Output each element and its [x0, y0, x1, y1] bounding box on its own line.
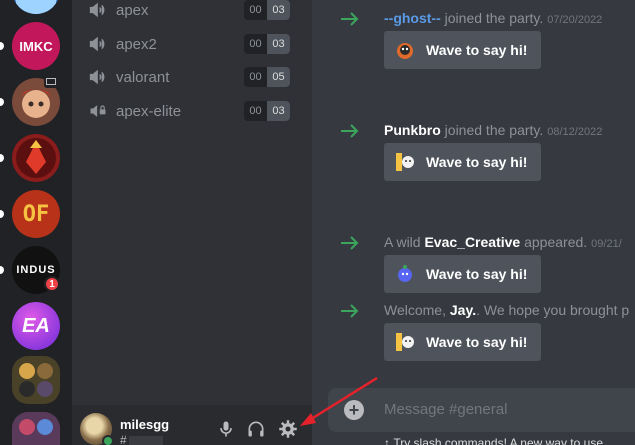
message-username[interactable]: --ghost-- [384, 10, 441, 26]
server-label-ea: EA [22, 314, 50, 337]
system-message: Punkbro joined the party. 08/12/2022 [384, 122, 602, 138]
message-suffix: joined the party. [440, 122, 544, 138]
server-icon-red-emblem[interactable] [12, 134, 60, 182]
user-count: 00 05 [244, 67, 290, 87]
user-count-current: 00 [244, 101, 267, 121]
join-arrow-icon [341, 304, 359, 318]
wave-button[interactable]: Wave to say hi! [384, 31, 542, 69]
message-username[interactable]: Punkbro [384, 122, 441, 138]
wumpus-sticker-icon [397, 43, 413, 59]
message-suffix: joined the party. [440, 10, 544, 26]
server-icon-blue[interactable] [12, 0, 60, 14]
chat-area: --ghost-- joined the party. 07/20/2022 Wa… [312, 0, 635, 445]
message-username[interactable]: Jay. [450, 302, 476, 318]
message-username[interactable]: Evac_Creative [424, 234, 520, 250]
headphones-icon[interactable] [246, 419, 266, 439]
wave-button[interactable]: Wave to say hi! [384, 323, 542, 361]
user-count-limit: 03 [267, 101, 290, 121]
message-timestamp: 09/21/ [591, 238, 622, 250]
user-count: 00 03 [244, 34, 290, 54]
mention-badge: 1 [44, 276, 60, 292]
join-arrow-icon [341, 124, 359, 138]
speaker-icon [89, 69, 105, 85]
wave-button[interactable]: Wave to say hi! [384, 143, 542, 181]
wave-label: Wave to say hi! [426, 154, 528, 170]
online-status-icon [102, 435, 114, 445]
user-panel: milesgg # [72, 405, 312, 445]
user-count: 00 03 [244, 0, 290, 20]
system-message: --ghost-- joined the party. 07/20/2022 [384, 10, 602, 26]
unread-indicator [0, 210, 4, 218]
gear-icon[interactable] [278, 419, 298, 439]
server-folder[interactable] [12, 356, 60, 404]
hint-text: Try slash commands! A new way to use [393, 436, 603, 445]
voice-channel-name: apex-elite [116, 102, 182, 120]
voice-channel-name: valorant [116, 68, 170, 86]
speaker-icon [89, 36, 105, 52]
unread-indicator [0, 98, 4, 106]
username: milesgg [120, 417, 170, 432]
system-message: Welcome, Jay.. We hope you brought p [384, 302, 629, 318]
message-prefix: Welcome, [384, 302, 450, 318]
monitor-icon [44, 76, 58, 88]
unread-indicator [0, 266, 4, 274]
server-icon-imkc[interactable]: IMKC [12, 22, 60, 70]
up-arrow-icon: ↑ [384, 436, 390, 445]
join-arrow-icon [341, 236, 359, 250]
message-prefix: A wild [384, 234, 425, 250]
user-count-current: 00 [244, 0, 267, 20]
voice-channel-apex2[interactable]: apex2 00 03 [80, 29, 304, 59]
voice-channel-name: apex [116, 1, 149, 19]
message-input-placeholder: Message #general [384, 401, 508, 418]
wave-label: Wave to say hi! [426, 42, 528, 58]
voice-channel-name: apex2 [116, 35, 157, 53]
system-message: A wild Evac_Creative appeared. 09/21/ [384, 234, 622, 250]
user-count-limit: 05 [267, 67, 290, 87]
user-tag-hash: # [120, 433, 127, 445]
wumpus-sticker-icon [396, 333, 414, 351]
speaker-locked-icon [90, 105, 106, 117]
user-count-limit: 03 [267, 34, 290, 54]
server-icon-partial[interactable] [12, 412, 60, 445]
server-label-of: OF [22, 201, 50, 227]
microphone-icon[interactable] [216, 419, 236, 439]
message-suffix: . We hope you brought p [476, 302, 630, 318]
unread-indicator [0, 42, 4, 50]
message-timestamp: 08/12/2022 [547, 126, 603, 138]
wumpus-sticker-icon [398, 265, 412, 282]
voice-channel-apex-elite[interactable]: apex-elite 00 03 [80, 96, 304, 126]
join-arrow-icon [341, 12, 359, 26]
user-tag: # [120, 433, 163, 445]
speaker-icon [89, 2, 105, 18]
wave-label: Wave to say hi! [426, 334, 528, 350]
redacted-discriminator [128, 435, 163, 445]
server-icon-ea[interactable]: EA [12, 302, 60, 350]
wumpus-sticker-icon [396, 153, 414, 171]
message-timestamp: 07/20/2022 [547, 14, 603, 26]
unread-indicator [0, 154, 4, 162]
wave-button[interactable]: Wave to say hi! [384, 255, 542, 293]
voice-channel-valorant[interactable]: valorant 00 05 [80, 62, 304, 92]
message-suffix: appeared. [520, 234, 588, 250]
message-composer[interactable]: + Message #general [328, 388, 635, 432]
server-icon-of[interactable]: OF [12, 190, 60, 238]
slash-command-hint: ↑ Try slash commands! A new way to use [384, 436, 603, 445]
user-count-current: 00 [244, 67, 267, 87]
wave-label: Wave to say hi! [426, 266, 528, 282]
channel-sidebar: apex 00 03 apex2 00 03 valorant 00 05 apex-… [72, 0, 312, 445]
user-count: 00 03 [244, 101, 290, 121]
server-rail: IMKC OF INDUS 1 EA [0, 0, 72, 445]
voice-channel-apex[interactable]: apex 00 03 [80, 0, 304, 25]
add-attachment-icon[interactable]: + [344, 400, 364, 420]
server-label-imkc: IMKC [19, 38, 53, 54]
user-count-limit: 03 [267, 0, 290, 20]
user-count-current: 00 [244, 34, 267, 54]
